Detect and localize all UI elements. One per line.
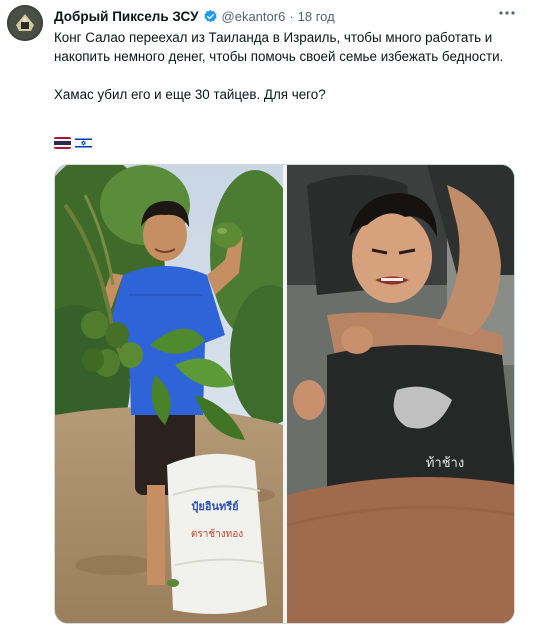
verified-badge-icon <box>203 9 218 24</box>
more-options-icon[interactable] <box>496 4 518 22</box>
israel-flag-icon <box>75 137 92 149</box>
header-separator: · <box>289 8 294 24</box>
author-display-name[interactable]: Добрый Пиксель ЗСУ <box>54 9 199 24</box>
avatar[interactable] <box>7 5 43 41</box>
flag-emojis <box>54 137 92 149</box>
tweet-header: Добрый Пиксель ЗСУ @ekantor6 · 18 год <box>54 7 335 25</box>
avatar-image <box>7 5 43 41</box>
photo-right-image: ท้าช้าง <box>287 165 514 623</box>
photo-man-with-mangoes[interactable]: ปุ๋ยอินทรีย์ ตราช้างทอง <box>55 165 283 623</box>
tweet-media[interactable]: ปุ๋ยอินทรีย์ ตราช้างทอง ท้าช้าง <box>54 164 515 624</box>
author-handle[interactable]: @ekantor6 <box>222 9 286 24</box>
thailand-flag-icon <box>54 137 71 149</box>
sack-text-bottom: ตราช้างทอง <box>191 528 243 540</box>
tweet-text: Конг Салао переехал из Таиланда в Израил… <box>54 30 504 102</box>
svg-text:ท้าช้าง: ท้าช้าง <box>426 456 464 471</box>
tweet-timestamp[interactable]: 18 год <box>298 9 335 24</box>
tweet[interactable]: Добрый Пиксель ЗСУ @ekantor6 · 18 год Ко… <box>0 0 535 630</box>
sack-text-top: ปุ๋ยอินทรีย์ <box>191 500 238 514</box>
photo-man-held[interactable]: ท้าช้าง <box>287 165 514 623</box>
photo-left-image: ปุ๋ยอินทรีย์ ตราช้างทอง <box>55 165 283 623</box>
